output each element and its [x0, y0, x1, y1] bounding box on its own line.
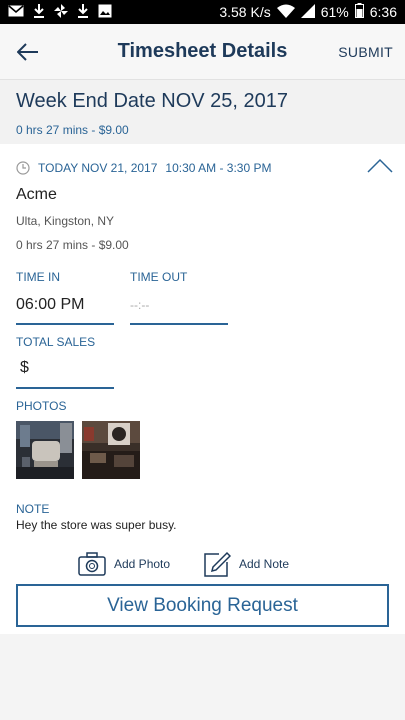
- store-photo-image: [82, 421, 140, 479]
- entry-date-row: TODAY NOV 21, 2017 10:30 AM - 3:30 PM: [16, 161, 271, 175]
- entry-summary: 0 hrs 27 mins - $9.00: [16, 238, 129, 252]
- time-in-label: TIME IN: [16, 270, 60, 284]
- add-note-button[interactable]: Add Note: [203, 549, 289, 579]
- total-sales-label: TOTAL SALES: [16, 335, 96, 349]
- network-speed: 3.58 K/s: [219, 4, 271, 20]
- note-label: NOTE: [16, 502, 50, 516]
- collapse-button[interactable]: [365, 156, 395, 176]
- photo-thumbnail[interactable]: [16, 421, 74, 479]
- time-in-field[interactable]: 06:00 PM: [16, 290, 114, 325]
- total-sales-field[interactable]: $: [16, 354, 114, 389]
- pinwheel-icon: [54, 3, 68, 21]
- week-header: Week End Date NOV 25, 2017 0 hrs 27 mins…: [0, 80, 405, 144]
- battery-percent: 61%: [320, 4, 349, 20]
- status-bar: 3.58 K/s 61% 6:36: [0, 0, 405, 24]
- entry-time-range: 10:30 AM - 3:30 PM: [165, 161, 272, 175]
- entry-location: Ulta, Kingston, NY: [16, 214, 115, 228]
- clock-icon: [16, 161, 30, 175]
- image-icon: [98, 4, 112, 21]
- chevron-up-icon: [367, 158, 393, 173]
- add-photo-label: Add Photo: [114, 557, 171, 571]
- download-icon-2: [77, 3, 89, 21]
- week-end-title: Week End Date NOV 25, 2017: [16, 90, 289, 112]
- time-out-label: TIME OUT: [130, 270, 188, 284]
- timesheet-entry-card: TODAY NOV 21, 2017 10:30 AM - 3:30 PM Ac…: [0, 144, 405, 634]
- view-booking-request-button[interactable]: View Booking Request: [16, 584, 389, 627]
- client-name: Acme: [16, 186, 57, 203]
- photo-thumbnail[interactable]: [82, 421, 140, 479]
- add-note-label: Add Note: [239, 557, 290, 571]
- note-text: Hey the store was super busy.: [16, 518, 177, 532]
- clock-time: 6:36: [369, 4, 397, 20]
- week-summary: 0 hrs 27 mins - $9.00: [16, 123, 129, 137]
- app-bar: Timesheet Details SUBMIT: [0, 24, 405, 80]
- photos-label: PHOTOS: [16, 399, 67, 413]
- camera-icon: [78, 552, 106, 576]
- arrow-left-icon: [17, 42, 38, 61]
- edit-note-icon: [204, 551, 231, 577]
- entry-date: TODAY NOV 21, 2017: [38, 161, 158, 175]
- download-icon: [33, 3, 45, 21]
- signal-icon: [300, 3, 315, 21]
- submit-button[interactable]: SUBMIT: [338, 44, 393, 60]
- store-photo-image: [16, 421, 74, 479]
- wifi-icon: [276, 4, 295, 21]
- gmail-icon: [8, 4, 24, 20]
- add-photo-button[interactable]: Add Photo: [78, 549, 170, 579]
- battery-icon: [354, 3, 364, 21]
- back-button[interactable]: [0, 24, 56, 80]
- time-out-field[interactable]: --:--: [130, 290, 228, 325]
